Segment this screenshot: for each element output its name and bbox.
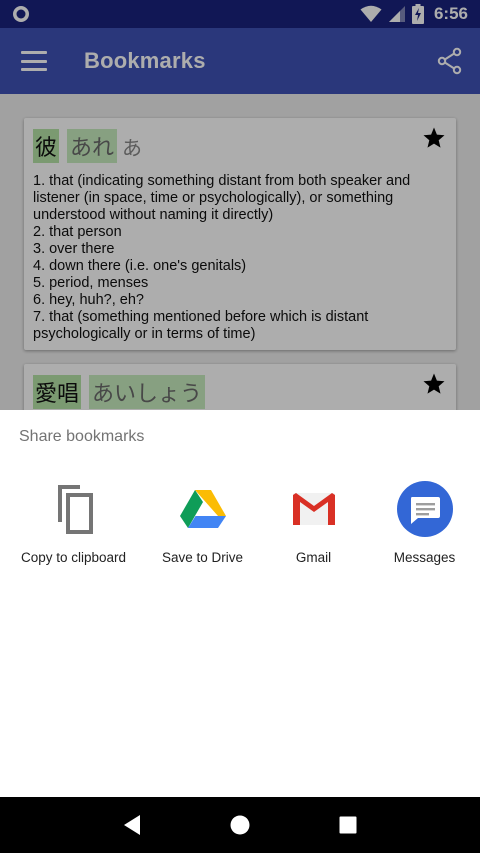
copy-icon <box>57 485 93 534</box>
share-target-label: Copy to clipboard <box>20 550 127 565</box>
messages-icon <box>396 481 453 537</box>
share-target-label: Save to Drive <box>161 550 244 565</box>
back-icon[interactable] <box>122 814 142 836</box>
recents-icon[interactable] <box>338 815 358 835</box>
share-sheet-title: Share bookmarks <box>19 428 145 445</box>
share-target-label: Messages <box>393 550 456 565</box>
share-target-drive[interactable]: Save to Drive <box>147 480 258 565</box>
share-target-gmail[interactable]: Gmail <box>258 480 369 565</box>
share-target-copy[interactable]: Copy to clipboard <box>0 480 147 565</box>
share-target-messages[interactable]: Messages <box>369 480 480 565</box>
system-nav-bar <box>0 797 480 853</box>
share-sheet: Share bookmarks Copy to clipboard Save t… <box>0 410 480 797</box>
share-targets: Copy to clipboard Save to Drive Gmail Me… <box>0 480 480 565</box>
share-target-label: Gmail <box>295 550 332 565</box>
drive-icon <box>179 490 226 528</box>
gmail-icon <box>292 493 335 525</box>
home-icon[interactable] <box>229 814 251 836</box>
